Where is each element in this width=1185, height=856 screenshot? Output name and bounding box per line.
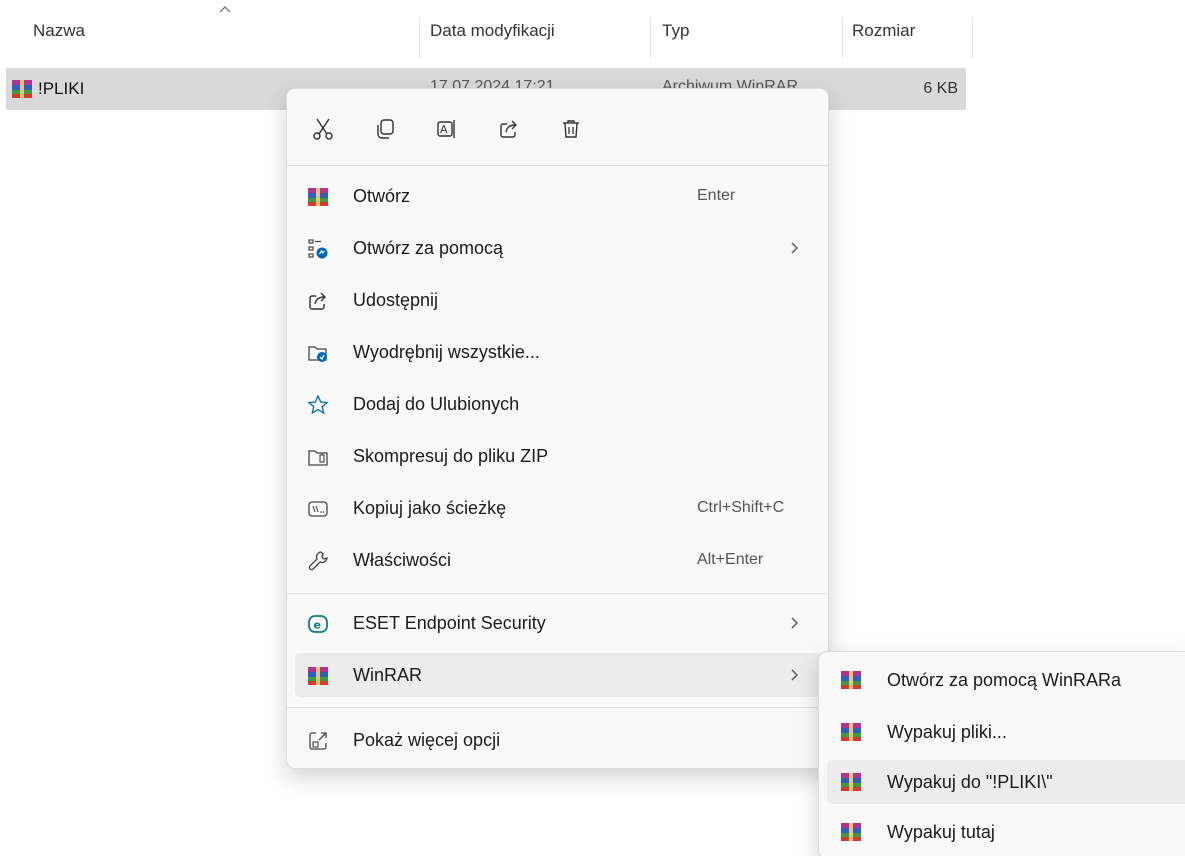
menu-item-label: Otwórz za pomocą — [353, 237, 504, 258]
column-size[interactable]: Rozmiar — [852, 0, 915, 62]
chevron-right-icon — [791, 617, 798, 629]
share-icon — [500, 120, 517, 138]
menu-item-shortcut: Alt+Enter — [697, 551, 764, 568]
context-menu: A Otwórz Enter Otwórz za pomocą Udostępn… — [286, 88, 829, 769]
menu-item-compress-zip[interactable]: Skompresuj do pliku ZIP — [295, 434, 821, 478]
menu-item-label: Kopiuj jako ścieżkę — [353, 497, 507, 518]
sort-ascending-icon — [219, 6, 231, 13]
menu-item-label: Dodaj do Ulubionych — [353, 393, 520, 414]
winrar-icon — [12, 80, 32, 98]
rename-button[interactable]: A — [427, 109, 467, 149]
menu-item-label: Wyodrębnij wszystkie... — [353, 341, 540, 362]
file-name: !PLIKI — [38, 79, 85, 98]
winrar-icon — [841, 773, 861, 791]
zip-folder-icon — [308, 450, 328, 466]
column-separator[interactable] — [650, 18, 651, 58]
svg-text:A: A — [440, 123, 448, 136]
column-separator[interactable] — [842, 18, 843, 58]
menu-item-properties[interactable]: Właściwości Alt+Enter — [295, 538, 821, 582]
menu-item-label: WinRAR — [353, 664, 423, 685]
column-date[interactable]: Data modyfikacji — [430, 0, 555, 62]
menu-item-copy-path[interactable]: Kopiuj jako ścieżkę Ctrl+Shift+C — [295, 486, 821, 530]
chevron-right-icon — [791, 669, 798, 681]
star-icon — [307, 394, 329, 415]
column-type[interactable]: Typ — [662, 0, 689, 62]
menu-item-winrar[interactable]: WinRAR — [295, 653, 821, 697]
menu-item-label: Otwórz — [353, 185, 411, 206]
menu-item-extract-all[interactable]: Wyodrębnij wszystkie... — [295, 330, 821, 374]
submenu-item-open-winrar[interactable]: Otwórz za pomocą WinRARa — [827, 658, 1185, 702]
rename-icon: A — [437, 120, 455, 138]
eset-icon: e — [308, 615, 328, 633]
menu-item-add-favorites[interactable]: Dodaj do Ulubionych — [295, 382, 821, 426]
menu-divider — [287, 593, 828, 594]
explorer-window: Nazwa Data modyfikacji Typ Rozmiar !PLIK… — [0, 0, 1185, 856]
quick-actions-bar: A — [303, 107, 591, 151]
submenu-item-label: Wypakuj do "!PLIKI\" — [887, 771, 1053, 792]
menu-item-shortcut: Ctrl+Shift+C — [697, 499, 785, 516]
winrar-submenu: Otwórz za pomocą WinRARa Wypakuj pliki..… — [818, 651, 1185, 856]
winrar-icon — [841, 823, 861, 841]
menu-item-shortcut: Enter — [697, 187, 736, 204]
column-separator[interactable] — [972, 18, 973, 58]
submenu-item-extract-files[interactable]: Wypakuj pliki... — [827, 710, 1185, 754]
submenu-item-label: Wypakuj tutaj — [887, 821, 995, 842]
svg-text:e: e — [314, 619, 321, 632]
menu-item-label: Udostępnij — [353, 289, 439, 310]
file-name-cell: !PLIKI — [12, 68, 84, 110]
file-size: 6 KB — [923, 80, 958, 97]
menu-item-label: Właściwości — [353, 549, 452, 570]
cut-icon — [313, 118, 333, 140]
winrar-icon — [308, 188, 328, 206]
menu-item-share[interactable]: Udostępnij — [295, 278, 821, 322]
menu-item-open[interactable]: Otwórz Enter — [295, 174, 821, 218]
extract-folder-icon — [308, 346, 327, 362]
submenu-item-label: Otwórz za pomocą WinRARa — [887, 669, 1122, 690]
menu-item-open-with[interactable]: Otwórz za pomocą — [295, 226, 821, 270]
path-icon — [308, 501, 328, 517]
menu-divider — [287, 165, 828, 166]
menu-item-label: Skompresuj do pliku ZIP — [353, 445, 549, 466]
column-separator[interactable] — [419, 18, 420, 58]
chevron-right-icon — [791, 242, 798, 254]
menu-item-eset[interactable]: e ESET Endpoint Security — [295, 601, 821, 645]
submenu-item-label: Wypakuj pliki... — [887, 721, 1007, 742]
submenu-item-extract-to-folder[interactable]: Wypakuj do "!PLIKI\" — [827, 760, 1185, 804]
delete-button[interactable] — [551, 109, 591, 149]
more-options-icon — [309, 732, 327, 750]
winrar-icon — [308, 667, 328, 685]
share-button[interactable] — [489, 109, 529, 149]
column-header: Nazwa Data modyfikacji Typ Rozmiar — [0, 0, 975, 62]
open-with-icon — [308, 239, 328, 259]
menu-item-label: Pokaż więcej opcji — [353, 729, 501, 750]
copy-icon — [377, 119, 394, 139]
menu-item-show-more[interactable]: Pokaż więcej opcji — [295, 718, 821, 762]
submenu-item-extract-here[interactable]: Wypakuj tutaj — [827, 810, 1185, 854]
menu-item-label: ESET Endpoint Security — [353, 612, 546, 633]
cut-button[interactable] — [303, 109, 343, 149]
winrar-icon — [841, 671, 861, 689]
menu-divider — [287, 707, 828, 708]
wrench-icon — [308, 551, 328, 571]
column-name[interactable]: Nazwa — [33, 0, 85, 62]
delete-icon — [563, 120, 579, 138]
copy-button[interactable] — [365, 109, 405, 149]
share-icon — [309, 292, 326, 310]
winrar-icon — [841, 723, 861, 741]
